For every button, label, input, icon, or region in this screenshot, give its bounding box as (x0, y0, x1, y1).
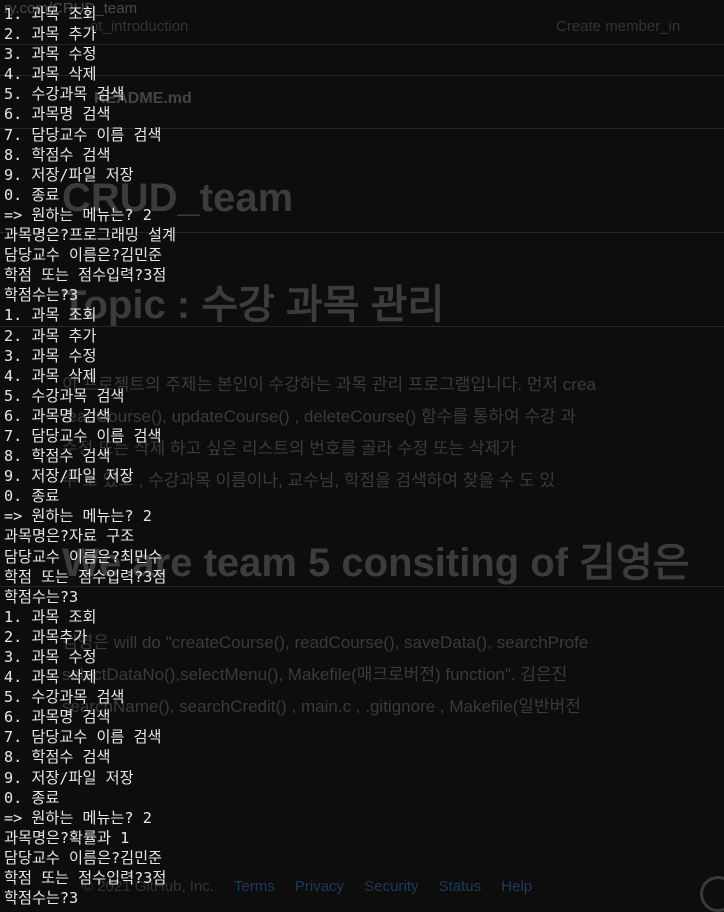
terminal-line: 0. 종료 (4, 185, 60, 204)
terminal-line: 6. 과목명 검색 (4, 105, 111, 124)
terminal-line: 2. 과목 추가 (4, 326, 97, 345)
terminal-line: 학점 또는 점수입력?3점 (4, 869, 167, 888)
terminal-line: 4. 과목 삭제 (4, 366, 97, 385)
terminal-line: 2. 과목추가 (4, 627, 88, 646)
terminal-line: 7. 담당교수 이름 검색 (4, 426, 162, 445)
terminal-line: 5. 수강과목 검색 (4, 688, 125, 707)
footer-link-terms[interactable]: Terms (234, 878, 275, 895)
terminal-line: 과목명은?프로그래밍 설계 (4, 226, 176, 245)
terminal-line: 과목명은?자료 구조 (4, 527, 135, 546)
terminal-line: 8. 학점수 검색 (4, 447, 111, 466)
terminal-line: 9. 저장/파일 저장 (4, 165, 134, 184)
terminal-line: 과목명은?확률과 1 (4, 828, 130, 847)
terminal-line: 8. 학점수 검색 (4, 145, 111, 164)
terminal-line: 학점수는?3 (4, 889, 79, 908)
footer-link-privacy[interactable]: Privacy (295, 878, 344, 895)
terminal-line: 6. 과목명 검색 (4, 708, 111, 727)
commit-message-link[interactable]: Create member_in (556, 18, 680, 35)
footer-link-help[interactable]: Help (501, 878, 532, 895)
terminal-line: 1. 과목 조회 (4, 5, 97, 23)
terminal-line: 학점수는?3 (4, 587, 79, 606)
terminal-line: 2. 과목 추가 (4, 25, 97, 44)
footer-link-status[interactable]: Status (439, 878, 482, 895)
terminal-line: 8. 학점수 검색 (4, 748, 111, 767)
terminal-line: => 원하는 메뉴는? 2 (4, 205, 152, 224)
terminal-line: 9. 저장/파일 저장 (4, 467, 134, 486)
terminal-line: 담당교수 이름은?김민준 (4, 848, 163, 867)
terminal-line: 1. 과목 조회 (4, 607, 97, 626)
terminal-line: 3. 과목 수정 (4, 45, 97, 64)
terminal-line: 학점 또는 점수입력?3점 (4, 567, 167, 586)
terminal-line: 7. 담당교수 이름 검색 (4, 125, 162, 144)
terminal-line: 9. 저장/파일 저장 (4, 768, 134, 787)
terminal-line: 0. 종료 (4, 788, 60, 807)
terminal-line: 3. 과목 수정 (4, 346, 97, 365)
terminal-output[interactable]: 1. 과목 조회 2. 과목 추가 3. 과목 수정 4. 과목 삭제 5. 수강과목 … (0, 0, 176, 908)
terminal-line: 5. 수강과목 검색 (4, 85, 125, 104)
terminal-line: 3. 과목 수정 (4, 648, 97, 666)
terminal-line: 학점수는?3 (4, 286, 79, 305)
terminal-line: 담당교수 이름은?김민준 (4, 246, 163, 265)
terminal-line: 4. 과목 삭제 (4, 65, 97, 84)
terminal-line: 5. 수강과목 검색 (4, 386, 125, 405)
terminal-line: 4. 과목 삭제 (4, 668, 97, 687)
terminal-line: => 원하는 메뉴는? 2 (4, 507, 152, 526)
footer-link-security[interactable]: Security (364, 878, 418, 895)
terminal-line: => 원하는 메뉴는? 2 (4, 808, 152, 827)
terminal-line: 6. 과목명 검색 (4, 406, 111, 425)
terminal-line: 7. 담당교수 이름 검색 (4, 728, 162, 747)
github-logo-icon[interactable] (700, 876, 724, 912)
terminal-line: 0. 종료 (4, 487, 60, 506)
terminal-line: 1. 과목 조회 (4, 306, 97, 325)
terminal-line: 담당교수 이름은?최민수 (4, 547, 163, 566)
terminal-line: 학점 또는 점수입력?3점 (4, 266, 167, 285)
